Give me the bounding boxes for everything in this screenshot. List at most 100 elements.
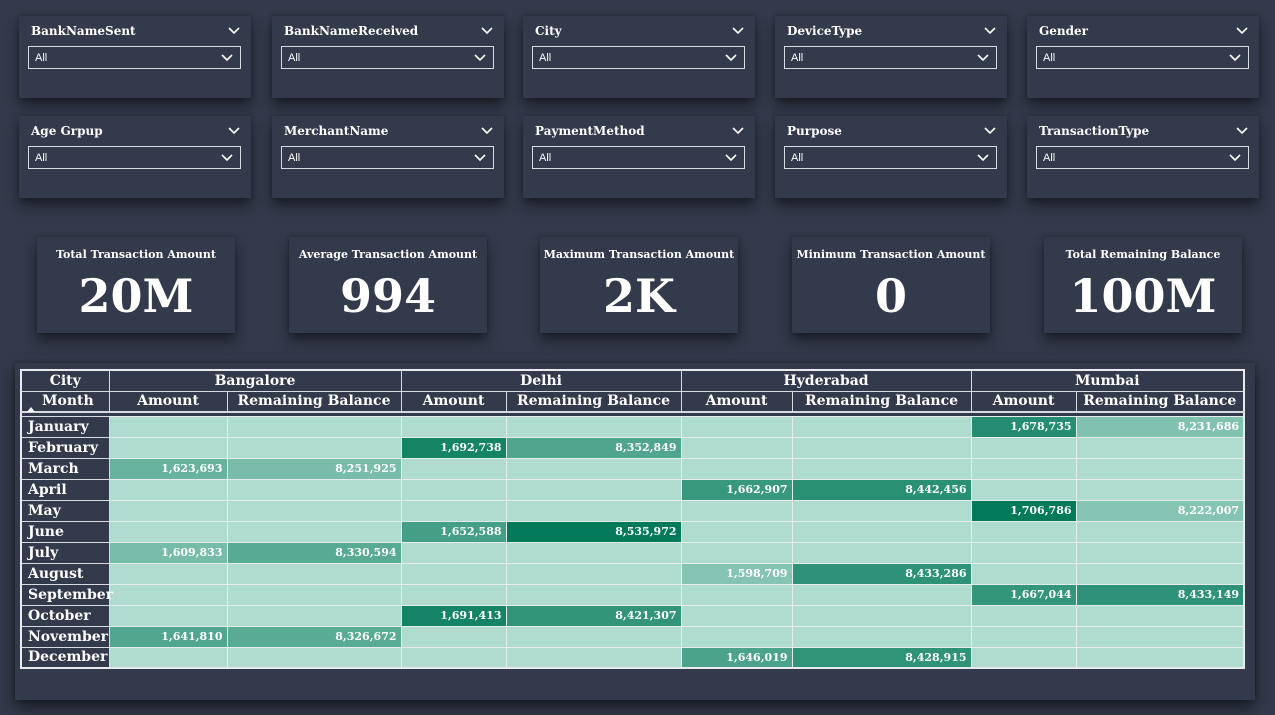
- cell-remaining-balance[interactable]: [226, 520, 402, 543]
- cell-amount[interactable]: 1,667,044: [970, 583, 1077, 606]
- slicer-gender[interactable]: Gender All: [1027, 16, 1259, 98]
- column-header-measure[interactable]: Amount: [400, 390, 507, 413]
- slicer-dropdown[interactable]: All: [532, 46, 745, 69]
- cell-amount[interactable]: 1,609,833: [108, 541, 228, 564]
- cell-remaining-balance[interactable]: [1075, 520, 1245, 543]
- cell-remaining-balance[interactable]: [1075, 625, 1245, 648]
- cell-amount[interactable]: 1,691,413: [400, 604, 507, 627]
- slicer-dropdown[interactable]: All: [28, 146, 241, 169]
- row-label-month[interactable]: January: [20, 415, 110, 438]
- cell-remaining-balance[interactable]: [226, 415, 402, 438]
- row-label-month[interactable]: September: [20, 583, 113, 606]
- slicer-dropdown[interactable]: All: [28, 46, 241, 69]
- slicer-city[interactable]: City All: [523, 16, 755, 98]
- row-label-month[interactable]: July: [20, 541, 110, 564]
- cell-remaining-balance[interactable]: [226, 604, 402, 627]
- slicer-bank-name-received[interactable]: BankNameReceived All: [272, 16, 504, 98]
- cell-amount[interactable]: [970, 478, 1077, 501]
- chevron-down-icon[interactable]: [1235, 126, 1249, 136]
- cell-remaining-balance[interactable]: [1075, 436, 1245, 459]
- cell-remaining-balance[interactable]: [505, 625, 682, 648]
- cell-remaining-balance[interactable]: [1075, 562, 1245, 585]
- cell-amount[interactable]: [680, 499, 793, 522]
- cell-remaining-balance[interactable]: [791, 604, 972, 627]
- cell-amount[interactable]: [400, 415, 507, 438]
- column-header-city[interactable]: Hyderabad: [680, 369, 972, 392]
- cell-remaining-balance[interactable]: [226, 499, 402, 522]
- slicer-transaction-type[interactable]: TransactionType All: [1027, 116, 1259, 198]
- cell-amount[interactable]: 1,652,588: [400, 520, 507, 543]
- row-label-month[interactable]: November: [20, 625, 110, 648]
- cell-amount[interactable]: 1,706,786: [970, 499, 1077, 522]
- cell-remaining-balance[interactable]: [791, 541, 972, 564]
- slicer-dropdown[interactable]: All: [532, 146, 745, 169]
- slicer-dropdown[interactable]: All: [1036, 146, 1249, 169]
- chevron-down-icon[interactable]: [1235, 26, 1249, 36]
- row-label-month[interactable]: March: [20, 457, 110, 480]
- cell-remaining-balance[interactable]: [505, 457, 682, 480]
- row-label-month[interactable]: October: [20, 604, 110, 627]
- cell-amount[interactable]: 1,646,019: [680, 646, 793, 669]
- cell-remaining-balance[interactable]: [791, 625, 972, 648]
- chevron-down-icon[interactable]: [227, 26, 241, 36]
- cell-remaining-balance[interactable]: [505, 499, 682, 522]
- cell-remaining-balance[interactable]: [791, 457, 972, 480]
- cell-amount[interactable]: [970, 541, 1077, 564]
- slicer-age-group[interactable]: Age Grpup All: [19, 116, 251, 198]
- column-header-measure[interactable]: Remaining Balance: [1075, 390, 1245, 413]
- slicer-dropdown[interactable]: All: [784, 46, 997, 69]
- cell-amount[interactable]: [680, 436, 793, 459]
- cell-amount[interactable]: [680, 415, 793, 438]
- slicer-dropdown[interactable]: All: [784, 146, 997, 169]
- column-header-measure[interactable]: Remaining Balance: [226, 390, 402, 413]
- chevron-down-icon[interactable]: [480, 26, 494, 36]
- cell-amount[interactable]: [400, 562, 507, 585]
- sort-ascending-icon[interactable]: [27, 407, 35, 412]
- column-header-measure[interactable]: Remaining Balance: [505, 390, 682, 413]
- cell-amount[interactable]: [400, 457, 507, 480]
- slicer-dropdown[interactable]: All: [281, 146, 494, 169]
- column-header-measure[interactable]: Amount: [108, 390, 228, 413]
- cell-remaining-balance[interactable]: 8,251,925: [226, 457, 402, 480]
- cell-amount[interactable]: [400, 646, 507, 669]
- cell-remaining-balance[interactable]: 8,222,007: [1075, 499, 1245, 522]
- row-label-month[interactable]: June: [20, 520, 110, 543]
- cell-amount[interactable]: 1,678,735: [970, 415, 1077, 438]
- chevron-down-icon[interactable]: [227, 126, 241, 136]
- cell-remaining-balance[interactable]: [505, 646, 682, 669]
- cell-remaining-balance[interactable]: [505, 583, 682, 606]
- cell-remaining-balance[interactable]: [505, 562, 682, 585]
- cell-amount[interactable]: [680, 625, 793, 648]
- cell-remaining-balance[interactable]: [226, 646, 402, 669]
- slicer-dropdown[interactable]: All: [281, 46, 494, 69]
- slicer-dropdown[interactable]: All: [1036, 46, 1249, 69]
- slicer-payment-method[interactable]: PaymentMethod All: [523, 116, 755, 198]
- cell-remaining-balance[interactable]: 8,231,686: [1075, 415, 1245, 438]
- column-header-measure[interactable]: Amount: [970, 390, 1077, 413]
- cell-amount[interactable]: [108, 583, 228, 606]
- cell-remaining-balance[interactable]: [1075, 604, 1245, 627]
- cell-amount[interactable]: 1,623,693: [108, 457, 228, 480]
- cell-remaining-balance[interactable]: [226, 583, 402, 606]
- cell-amount[interactable]: [970, 562, 1077, 585]
- cell-remaining-balance[interactable]: 8,428,915: [791, 646, 972, 669]
- cell-remaining-balance[interactable]: [505, 415, 682, 438]
- cell-remaining-balance[interactable]: [505, 541, 682, 564]
- cell-remaining-balance[interactable]: [226, 562, 402, 585]
- cell-amount[interactable]: [970, 520, 1077, 543]
- cell-amount[interactable]: [680, 541, 793, 564]
- chevron-down-icon[interactable]: [731, 126, 745, 136]
- cell-remaining-balance[interactable]: 8,330,594: [226, 541, 402, 564]
- cell-amount[interactable]: [108, 478, 228, 501]
- cell-amount[interactable]: [108, 415, 228, 438]
- cell-remaining-balance[interactable]: [1075, 478, 1245, 501]
- cell-amount[interactable]: [108, 604, 228, 627]
- cell-amount[interactable]: 1,598,709: [680, 562, 793, 585]
- cell-amount[interactable]: [108, 436, 228, 459]
- column-header-measure[interactable]: Remaining Balance: [791, 390, 972, 413]
- cell-remaining-balance[interactable]: 8,421,307: [505, 604, 682, 627]
- cell-amount[interactable]: [680, 520, 793, 543]
- cell-amount[interactable]: [970, 604, 1077, 627]
- cell-amount[interactable]: [400, 583, 507, 606]
- column-header-city[interactable]: Bangalore: [108, 369, 402, 392]
